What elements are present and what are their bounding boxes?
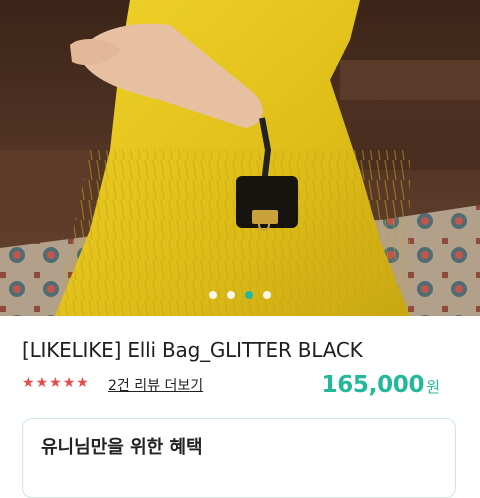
carousel-dot[interactable] <box>263 291 271 299</box>
carousel-pagination <box>0 290 480 300</box>
product-title: [LIKELIKE] Elli Bag_GLITTER BLACK <box>22 338 363 362</box>
member-benefit-card[interactable]: 유니님만을 위한 혜택 <box>22 418 456 498</box>
product-photo <box>0 0 480 316</box>
star-rating: ★ ★ ★ ★ ★ <box>22 376 89 390</box>
benefit-title: 유니님만을 위한 혜택 <box>41 437 203 458</box>
product-image-carousel[interactable] <box>0 0 480 316</box>
rating-price-row: ★ ★ ★ ★ ★ 2건 리뷰 더보기 165,000 원 <box>22 372 462 398</box>
star-icon: ★ <box>35 375 49 391</box>
price-amount: 165,000 <box>321 372 425 398</box>
price-currency: 원 <box>426 378 440 396</box>
carousel-dot[interactable] <box>209 291 217 299</box>
star-icon: ★ <box>22 375 35 391</box>
star-icon: ★ <box>62 375 76 391</box>
star-icon: ★ <box>49 375 62 391</box>
product-price: 165,000 원 <box>322 372 440 398</box>
reviews-link[interactable]: 2건 리뷰 더보기 <box>108 375 203 395</box>
star-icon: ★ <box>76 375 89 391</box>
carousel-dot[interactable] <box>227 291 235 299</box>
carousel-dot-active[interactable] <box>245 291 253 299</box>
